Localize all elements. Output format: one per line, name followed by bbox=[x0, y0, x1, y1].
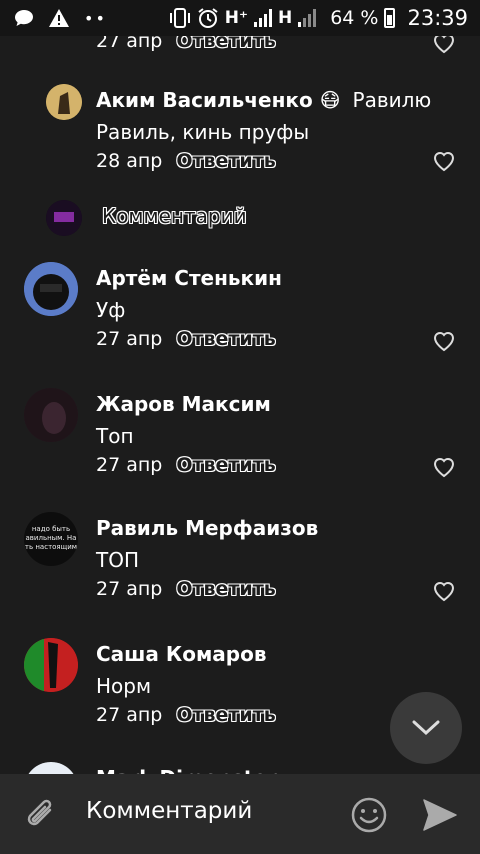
alarm-icon bbox=[198, 8, 218, 28]
comment-date: 27 апр bbox=[96, 704, 163, 726]
avatar[interactable] bbox=[46, 84, 82, 120]
comment-meta: 27 апр Ответить bbox=[96, 328, 276, 350]
heart-icon[interactable] bbox=[432, 456, 456, 478]
comment-text: Равиль, кинь пруфы bbox=[96, 120, 310, 144]
status-bar: •• H⁺ H 64 % 23:39 bbox=[0, 0, 480, 36]
comment-author: Аким Васильченко 😷 Равилю bbox=[96, 88, 431, 112]
author-name[interactable]: Аким Васильченко 😷 bbox=[96, 88, 341, 112]
avatar[interactable]: надо быть авильным. На ть настоящим bbox=[24, 512, 78, 566]
avatar[interactable] bbox=[24, 388, 78, 442]
network-type-1: H⁺ bbox=[224, 8, 248, 28]
reply-button[interactable]: Ответить bbox=[176, 578, 275, 600]
avatar[interactable] bbox=[24, 762, 78, 774]
reply-button[interactable]: Ответить bbox=[176, 150, 275, 172]
avatar[interactable] bbox=[24, 638, 78, 692]
author-name[interactable]: Артём Стенькин bbox=[96, 266, 282, 290]
alert-icon bbox=[49, 9, 69, 27]
heart-icon[interactable] bbox=[432, 150, 456, 172]
heart-icon[interactable] bbox=[432, 330, 456, 352]
avatar-caption: надо быть авильным. На ть настоящим bbox=[24, 525, 78, 551]
comments-feed[interactable]: 27 апр Ответить Аким Васильченко 😷 Равилю … bbox=[0, 0, 480, 774]
comment-date: 27 апр bbox=[96, 578, 163, 600]
comment-meta: 27 апр Ответить bbox=[96, 704, 276, 726]
reply-button[interactable]: Ответить bbox=[176, 704, 275, 726]
attach-icon[interactable] bbox=[22, 796, 60, 834]
comment-input-bar: Комментарий bbox=[0, 774, 480, 854]
reply-button[interactable]: Ответить bbox=[176, 454, 275, 476]
battery-icon bbox=[384, 8, 396, 28]
comment-meta: 27 апр Ответить bbox=[96, 578, 276, 600]
signal-icon-2 bbox=[298, 9, 317, 27]
comment-text: Норм bbox=[96, 674, 152, 698]
clock: 23:39 bbox=[407, 6, 468, 30]
reply-input-placeholder[interactable]: Комментарий bbox=[102, 204, 247, 228]
scroll-down-button[interactable] bbox=[390, 692, 462, 764]
author-name[interactable]: Жаров Максим bbox=[96, 392, 271, 416]
comment-date: 27 апр bbox=[96, 454, 163, 476]
comment-input[interactable]: Комментарий bbox=[86, 798, 252, 824]
reply-button[interactable]: Ответить bbox=[176, 328, 275, 350]
reply-to-name[interactable]: Равилю bbox=[353, 88, 432, 112]
comment-meta: 27 апр Ответить bbox=[96, 454, 276, 476]
author-name[interactable]: Саша Комаров bbox=[96, 642, 267, 666]
vibrate-icon bbox=[169, 8, 190, 28]
battery-percent: 64 % bbox=[330, 7, 379, 29]
comment-text: Топ bbox=[96, 424, 134, 448]
comment-text: ТОП bbox=[96, 548, 139, 572]
comment-date: 28 апр bbox=[96, 150, 163, 172]
more-dots-icon: •• bbox=[84, 8, 107, 28]
author-name[interactable]: Mark Dimonstory bbox=[96, 766, 290, 774]
comment-text: Уф bbox=[96, 298, 126, 322]
chevron-down-icon bbox=[412, 720, 440, 736]
signal-icon-1 bbox=[253, 9, 272, 27]
author-name[interactable]: Равиль Мерфаизов bbox=[96, 516, 318, 540]
emoji-icon[interactable] bbox=[350, 796, 388, 834]
my-avatar bbox=[46, 200, 82, 236]
chat-bubble-icon bbox=[15, 10, 33, 26]
avatar[interactable] bbox=[24, 262, 78, 316]
comment-meta: 28 апр Ответить bbox=[96, 150, 276, 172]
network-type-2: H bbox=[277, 8, 293, 28]
heart-icon[interactable] bbox=[432, 580, 456, 602]
send-icon[interactable] bbox=[420, 796, 460, 834]
comment-date: 27 апр bbox=[96, 328, 163, 350]
